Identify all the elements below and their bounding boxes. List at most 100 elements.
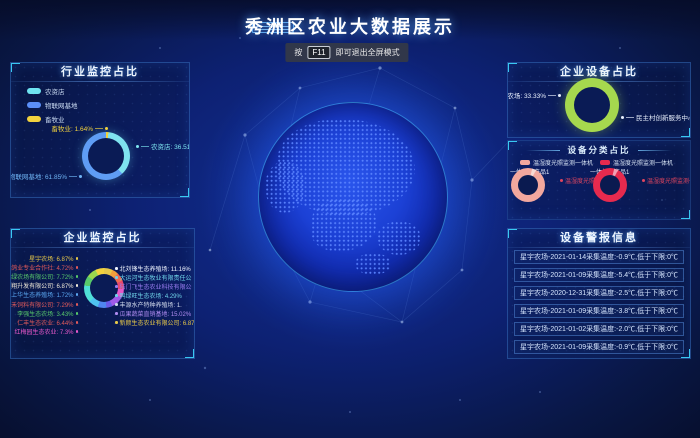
- alarm-row[interactable]: 星宇农场-2020-12-31采集温度:-2.5℃,低于下限:0℃: [514, 286, 684, 300]
- callout-dot: [558, 94, 561, 97]
- panel-industry-ratio: 行业监控占比 农资店 物联网基地 畜牧业 畜牧业: 1.64% 农资店: 36.…: [10, 62, 190, 198]
- callout-line: [69, 176, 77, 177]
- callout-text: 陆门飞生态农业科技有限公: [120, 282, 192, 291]
- callout-text: 星宇农场: 6.87%: [29, 254, 73, 263]
- legend-item[interactable]: 物联网基地: [27, 100, 78, 110]
- category-callout: 温湿度光照监测一: [642, 176, 691, 185]
- callout-text: 中禾饲料有限公司: 7.29%: [10, 300, 74, 309]
- alarm-row[interactable]: 星宇农场-2021-01-02采集温度:-2.0℃,低于下限:0℃: [514, 322, 684, 336]
- callout-dot: [76, 266, 79, 269]
- legend-swatch: [27, 88, 41, 94]
- legend-label: 温湿度光照监测一体机: [533, 158, 593, 167]
- callout-text: 新颜生态农业有限公司: 6.87%: [120, 318, 196, 327]
- enterprise-label: 秀洲鸽业专业合作社: 4.72%: [10, 263, 78, 272]
- category-legend[interactable]: 温湿度光照监测一体机: [520, 158, 593, 167]
- industry-callout: 畜牧业: 1.64%: [51, 123, 108, 133]
- callout-dot: [621, 116, 624, 119]
- enterprise-label: 翔升发有限公司: 6.87%: [11, 281, 78, 290]
- callout-dot: [76, 284, 79, 287]
- callout-dot: [115, 303, 118, 306]
- callout-text: 丰源水产特种养殖场: 1.: [120, 300, 182, 309]
- callout-dot: [115, 312, 118, 315]
- panel-device-alarms: 设备警报信息 星宇农场-2021-01-14采集温度:-0.9℃,低于下限:0℃…: [507, 228, 691, 359]
- legend-swatch: [520, 160, 530, 165]
- enterprise-label: 仁丰生态农业: 6.44%: [17, 318, 78, 327]
- callout-dot: [115, 285, 118, 288]
- callout-dot: [76, 321, 79, 324]
- callout-text: 秀洲鸽业专业合作社: 4.72%: [10, 263, 74, 272]
- category-legend[interactable]: 温湿度光照监测一体机: [600, 158, 673, 167]
- globe-continent-dots: [311, 199, 377, 251]
- industry-donut-chart[interactable]: [82, 132, 130, 180]
- callout-text: 红梅园生态农业: 7.3%: [14, 327, 73, 336]
- enterprise-label: 陆门飞生态农业科技有限公: [115, 282, 192, 291]
- callout-dot: [136, 145, 139, 148]
- callout-dot: [76, 312, 79, 315]
- enterprise-label: 瓜果蔬菜直销基地: 15.02%: [115, 309, 191, 318]
- callout-dot: [115, 294, 118, 297]
- category-donut-chart-2[interactable]: [593, 168, 627, 202]
- alarm-row[interactable]: 星宇农场-2021-01-09采集温度:-5.4℃,低于下限:0℃: [514, 268, 684, 282]
- hint-suffix: 即可退出全屏模式: [336, 47, 400, 58]
- enterprise-label: 鸭绿旺生态农场: 4.29%: [115, 291, 182, 300]
- panel-device-category-ratio: 设备分类占比 温湿度光照监测一体机 一体机类产品1 温湿度光照监测一 温湿度光照…: [507, 140, 691, 220]
- legend-label: 农资店: [45, 86, 65, 96]
- device-donut-chart[interactable]: [565, 78, 619, 132]
- title-divider: [508, 247, 690, 248]
- header-line: [638, 150, 672, 151]
- panel-title: 行业监控占比: [11, 63, 189, 81]
- callout-text: 温湿度光照监测一: [647, 176, 691, 185]
- fullscreen-hint: 按 F11 即可退出全屏模式: [285, 43, 408, 62]
- callout-dot: [115, 276, 118, 279]
- panel-title: 企业监控占比: [11, 229, 194, 247]
- globe-continent-dots: [377, 221, 421, 255]
- callout-dot: [76, 303, 79, 306]
- enterprise-label: 中禾饲料有限公司: 7.29%: [10, 300, 78, 309]
- callout-line: [626, 117, 634, 118]
- title-divider: [11, 247, 194, 248]
- enterprise-label: 李强生态农场: 3.43%: [17, 309, 78, 318]
- enterprise-label: 丰源水产特种养殖场: 1.: [115, 300, 182, 309]
- industry-legend: 农资店 物联网基地 畜牧业: [27, 86, 78, 124]
- title-divider: [11, 81, 189, 82]
- panel-enterprise-monitor-ratio: 企业监控占比 星宇农场: 6.87% 秀洲鸽业专业合作社: 4.72% 家绿农场…: [10, 228, 195, 359]
- alarm-row[interactable]: 星宇农场-2021-01-14采集温度:-0.9℃,低于下限:0℃: [514, 250, 684, 264]
- callout-text: 家绿农场有限公司: 7.72%: [10, 272, 74, 281]
- legend-swatch: [27, 102, 41, 108]
- callout-text: 星宇农场: 33.33%: [507, 90, 546, 100]
- callout-text: 仁丰生态农业: 6.44%: [17, 318, 73, 327]
- globe: [258, 102, 448, 292]
- callout-text: 李强生态农场: 3.43%: [17, 309, 73, 318]
- legend-item[interactable]: 农资店: [27, 86, 78, 96]
- industry-callout: 物联网基地: 61.85%: [10, 171, 82, 181]
- category-donut-chart-1[interactable]: [511, 168, 545, 202]
- callout-text: 北刘锋生态养殖场: 11.16%: [120, 264, 191, 273]
- callout-text: 上华生态养殖场: 1.72%: [11, 290, 73, 299]
- enterprise-label: 上华生态养殖场: 1.72%: [11, 290, 78, 299]
- callout-dot: [79, 175, 82, 178]
- enterprise-label: 大运河生态牧业有限责任公: [115, 273, 192, 282]
- enterprise-label: 星宇农场: 6.87%: [29, 254, 78, 263]
- callout-dot: [115, 267, 118, 270]
- callout-text: 物联网基地: 61.85%: [10, 171, 67, 181]
- globe-continent-dots: [265, 161, 305, 213]
- enterprise-label: 红梅园生态农业: 7.3%: [14, 327, 78, 336]
- f11-key-badge: F11: [307, 46, 330, 59]
- legend-swatch: [27, 116, 41, 122]
- device-callout: 民主村创新服务中心:: [621, 112, 691, 122]
- alarm-row[interactable]: 星宇农场-2021-01-09采集温度:-3.8℃,低于下限:0℃: [514, 304, 684, 318]
- alarm-row[interactable]: 星宇农场-2021-01-09采集温度:-0.9℃,低于下限:0℃: [514, 340, 684, 354]
- enterprise-label: 新颜生态农业有限公司: 6.87%: [115, 318, 195, 327]
- dashboard: 秀洲区农业大数据展示 按 F11 即可退出全屏模式 行业监控占比 农资店 物联网…: [0, 0, 700, 438]
- callout-line: [141, 146, 149, 147]
- panel-device-ratio: 企业设备占比 星宇农场: 33.33% 民主村创新服务中心:: [507, 62, 691, 138]
- callout-text: 大运河生态牧业有限责任公: [120, 273, 192, 282]
- alarm-list: 星宇农场-2021-01-14采集温度:-0.9℃,低于下限:0℃ 星宇农场-2…: [514, 250, 684, 354]
- callout-line: [548, 95, 556, 96]
- callout-line: [95, 128, 103, 129]
- legend-label: 温湿度光照监测一体机: [613, 158, 673, 167]
- callout-text: 翔升发有限公司: 6.87%: [11, 281, 73, 290]
- panel-title: 设备分类占比: [567, 144, 630, 156]
- callout-dot: [76, 293, 79, 296]
- callout-text: 畜牧业: 1.64%: [51, 123, 93, 133]
